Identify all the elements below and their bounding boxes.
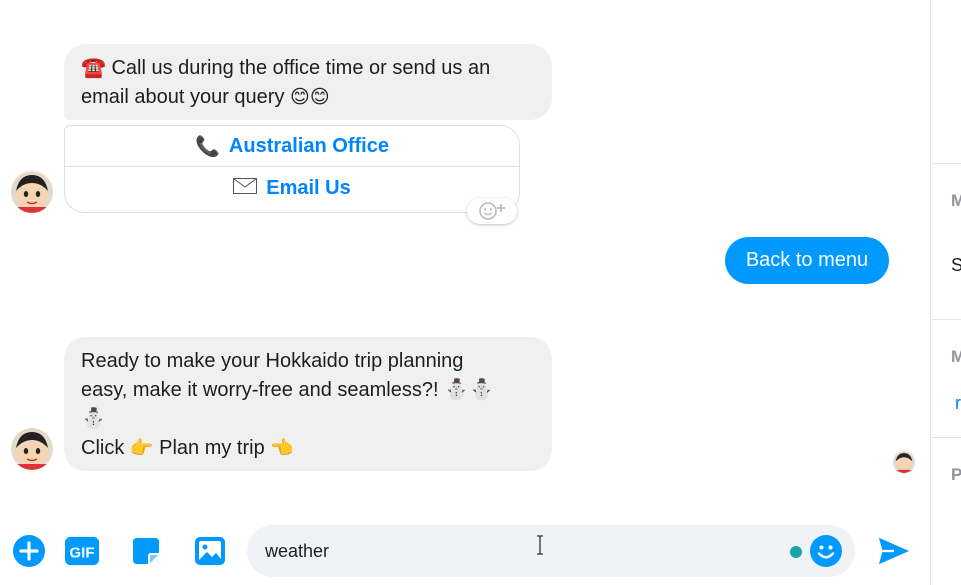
quick-reply-card: 📞 Australian Office Email Us (64, 125, 520, 213)
panel-heading: M (951, 347, 961, 366)
text-cursor-icon (537, 535, 543, 555)
button-label: Email Us (266, 177, 351, 199)
panel-link[interactable]: r (955, 393, 961, 414)
bot-avatar[interactable] (11, 171, 53, 213)
emoji-icon[interactable] (810, 535, 842, 567)
message-line: Click 👉 Plan my trip 👈 (81, 437, 294, 459)
bot-message-plan-trip: Ready to make your Hokkaido trip plannin… (64, 337, 552, 471)
divider (931, 437, 961, 438)
email-us-button[interactable]: Email Us (65, 167, 519, 210)
message-line: ☎️ Call us during the office time or sen… (81, 57, 491, 79)
divider (931, 163, 961, 164)
smile-emoji: 😊😊 (290, 87, 330, 108)
conversation-info-panel: M S M r P (930, 0, 961, 585)
chat-thread: ☎️ Call us during the office time or sen… (0, 0, 930, 585)
typing-indicator-dot (790, 546, 802, 558)
phone-icon: 📞 (195, 135, 220, 158)
pointing-left-emoji: 👈 (270, 438, 294, 459)
send-icon[interactable] (877, 534, 911, 568)
bot-message-contact: ☎️ Call us during the office time or sen… (64, 44, 552, 120)
message-line: Ready to make your Hokkaido trip plannin… (81, 350, 464, 372)
divider (931, 319, 961, 320)
svg-text:GIF: GIF (69, 545, 94, 562)
panel-heading: M (951, 191, 961, 210)
pointing-right-emoji: 👉 (129, 438, 154, 459)
message-line: easy, make it worry-free and seamless?! … (81, 379, 494, 401)
message-input[interactable] (265, 525, 785, 577)
bot-avatar[interactable] (11, 428, 53, 470)
gif-icon[interactable]: GIF (65, 534, 99, 568)
photo-icon[interactable] (193, 534, 227, 568)
message-line: ⛄ (81, 408, 106, 430)
message-line: email about your query 😊😊 (81, 86, 330, 108)
plus-icon[interactable] (12, 534, 46, 568)
message-input-wrapper[interactable] (247, 525, 855, 577)
seen-indicator-avatar (893, 451, 915, 473)
envelope-icon (233, 177, 258, 200)
panel-text: S (951, 255, 961, 275)
sticker-icon[interactable] (129, 534, 163, 568)
add-reaction-icon (479, 202, 505, 220)
sent-message: Back to menu (725, 237, 889, 284)
button-label: Australian Office (228, 134, 389, 157)
panel-heading: P (951, 465, 961, 484)
australian-office-button[interactable]: 📞 Australian Office (65, 126, 519, 167)
add-reaction-button[interactable] (467, 198, 517, 224)
